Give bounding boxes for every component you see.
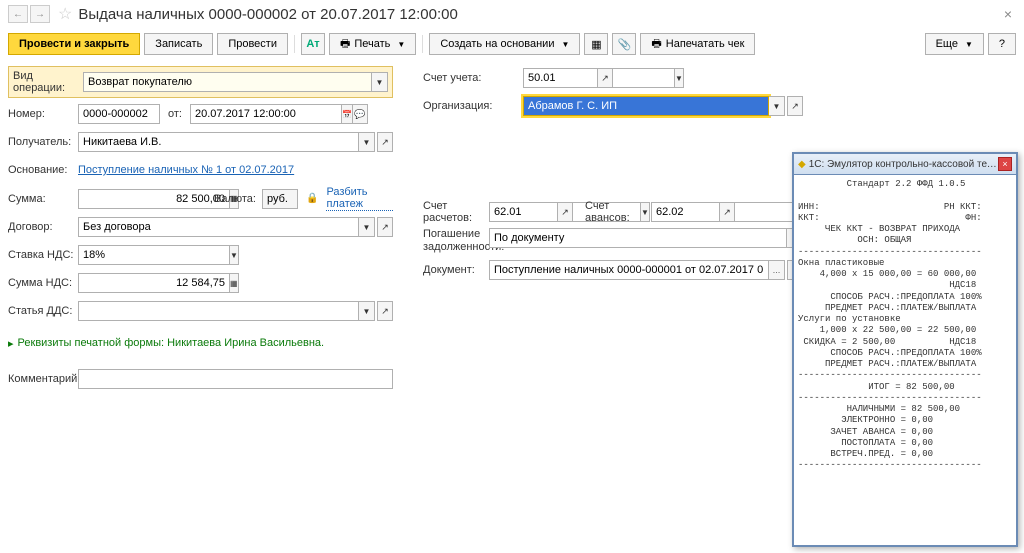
vat-rate-input[interactable]: [78, 245, 230, 265]
print-button[interactable]: 🖶Печать▼: [329, 33, 416, 55]
settle-label: Счет расчетов:: [423, 200, 489, 224]
org-input[interactable]: [523, 96, 769, 116]
separator: [294, 35, 295, 53]
emulator-window: ◆ 1С: Эмулятор контрольно-кассовой техни…: [792, 152, 1018, 547]
org-label: Организация:: [423, 100, 523, 112]
contract-open-button[interactable]: ↗: [377, 217, 393, 237]
basis-label: Основание:: [8, 164, 78, 176]
vat-sum-input[interactable]: [78, 273, 230, 293]
separator: [422, 35, 423, 53]
from-label: от:: [168, 108, 182, 120]
emulator-close-button[interactable]: ×: [998, 157, 1012, 171]
split-payment-link[interactable]: Разбить платеж: [326, 186, 393, 211]
dds-label: Статья ДДС:: [8, 305, 78, 317]
help-button[interactable]: ?: [988, 33, 1016, 55]
number-label: Номер:: [8, 108, 78, 120]
recipient-open-button[interactable]: ↗: [377, 132, 393, 152]
advance-open-button[interactable]: ↗: [719, 202, 735, 222]
account-open-button[interactable]: ↗: [597, 68, 613, 88]
save-button[interactable]: Записать: [144, 33, 213, 55]
vat-rate-dropdown[interactable]: ▼: [230, 245, 239, 265]
doc-label: Документ:: [423, 264, 489, 276]
settle-open-button[interactable]: ↗: [557, 202, 573, 222]
date-extra-button[interactable]: 💬: [352, 104, 368, 124]
receipt-text: Стандарт 2.2 ФФД 1.0.5 ИНН: РН ККТ: ККТ:…: [794, 175, 1016, 476]
create-based-button[interactable]: Создать на основании▼: [429, 33, 580, 55]
recipient-dropdown[interactable]: ▼: [359, 132, 375, 152]
recipient-input[interactable]: [78, 132, 359, 152]
dds-dropdown[interactable]: ▼: [359, 301, 375, 321]
favorite-icon[interactable]: ☆: [58, 4, 72, 24]
nav-back-button[interactable]: ←: [8, 5, 28, 23]
org-open-button[interactable]: ↗: [787, 96, 803, 116]
lock-icon: 🔒: [306, 193, 318, 204]
post-button[interactable]: Провести: [217, 33, 288, 55]
org-dropdown[interactable]: ▼: [769, 96, 785, 116]
vat-rate-label: Ставка НДС:: [8, 249, 78, 261]
post-and-close-button[interactable]: Провести и закрыть: [8, 33, 140, 55]
close-button[interactable]: ×: [1000, 6, 1016, 22]
vat-sum-calc-button[interactable]: ▦: [230, 273, 239, 293]
advance-label: Счет авансов:: [585, 200, 651, 224]
currency-input: [262, 189, 298, 209]
op-type-label: Вид операции:: [13, 70, 83, 94]
sum-label: Сумма:: [8, 193, 78, 205]
op-type-dropdown[interactable]: ▼: [372, 72, 388, 92]
number-input[interactable]: [78, 104, 160, 124]
dds-open-button[interactable]: ↗: [377, 301, 393, 321]
receipt-icon: 🖶: [651, 35, 661, 54]
app-icon: ◆: [798, 159, 806, 170]
sum-input[interactable]: [78, 189, 230, 209]
page-title: Выдача наличных 0000-000002 от 20.07.201…: [78, 6, 999, 23]
doc-select-button[interactable]: …: [769, 260, 785, 280]
print-check-button[interactable]: 🖶Напечатать чек: [640, 33, 755, 55]
related-button[interactable]: ▦: [584, 33, 608, 55]
contract-dropdown[interactable]: ▼: [359, 217, 375, 237]
attach-button[interactable]: 📎: [612, 33, 636, 55]
account-label: Счет учета:: [423, 72, 523, 84]
debt-label: Погашение задолженности:: [423, 228, 489, 254]
dds-input[interactable]: [78, 301, 359, 321]
emulator-title: 1С: Эмулятор контрольно-кассовой техники…: [809, 159, 998, 170]
print-form-link[interactable]: Реквизиты печатной формы: Никитаева Ирин…: [18, 337, 325, 349]
expand-icon[interactable]: ▸: [8, 337, 14, 350]
debt-input[interactable]: [489, 228, 787, 248]
movements-button[interactable]: Ат: [301, 33, 325, 55]
contract-label: Договор:: [8, 221, 78, 233]
currency-label: Валюта:: [214, 193, 256, 205]
nav-forward-button[interactable]: →: [30, 5, 50, 23]
date-input[interactable]: [190, 104, 342, 124]
recipient-label: Получатель:: [8, 136, 78, 148]
comment-label: Комментарий:: [8, 373, 78, 385]
vat-sum-label: Сумма НДС:: [8, 277, 78, 289]
basis-link[interactable]: Поступление наличных № 1 от 02.07.2017: [78, 164, 294, 176]
account-dropdown[interactable]: ▼: [675, 68, 684, 88]
comment-input[interactable]: [78, 369, 393, 389]
doc-input[interactable]: [489, 260, 769, 280]
printer-icon: 🖶: [340, 35, 350, 54]
more-button[interactable]: Еще▼: [925, 33, 984, 55]
contract-input[interactable]: [78, 217, 359, 237]
op-type-input[interactable]: [83, 72, 372, 92]
